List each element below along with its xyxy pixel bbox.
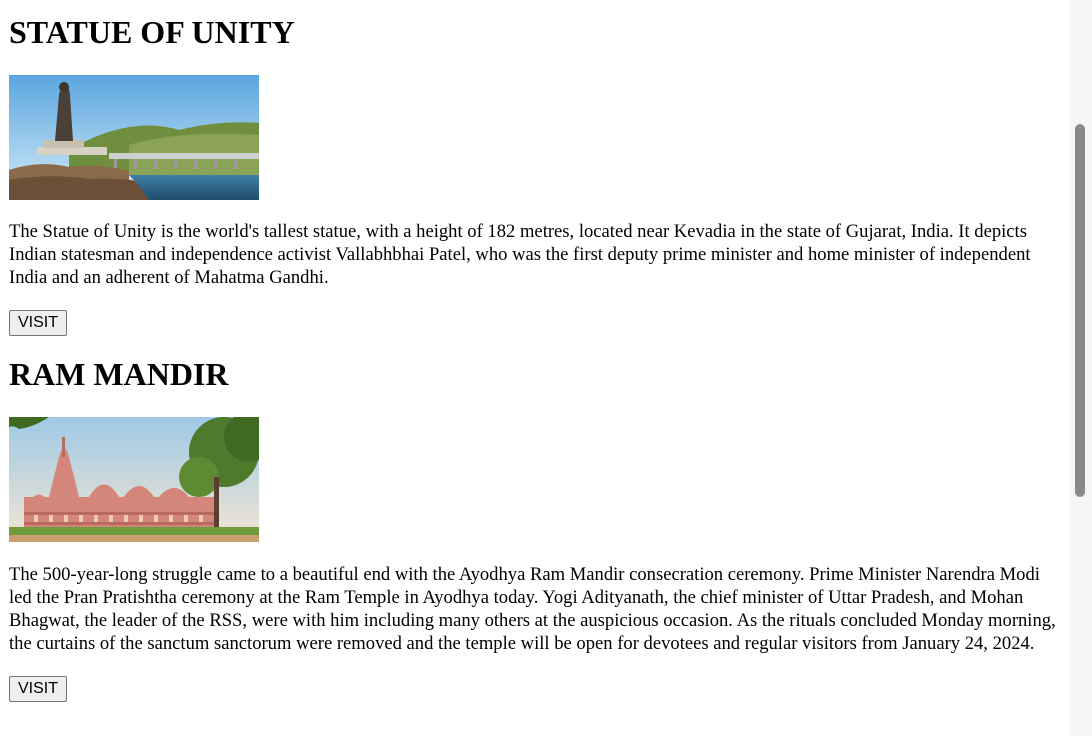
ram-mandir-image [9, 417, 259, 542]
attraction-statue-of-unity: STATUE OF UNITY The Statue of Unity is t… [9, 14, 1059, 336]
content: STATUE OF UNITY The Statue of Unity is t… [9, 0, 1059, 702]
statue-of-unity-image [9, 75, 259, 200]
vertical-scrollbar[interactable] [1070, 0, 1092, 736]
visit-button-ram-mandir[interactable]: VISIT [9, 676, 68, 702]
scrollbar-thumb[interactable] [1075, 124, 1085, 497]
visit-button-statue-of-unity[interactable]: VISIT [9, 310, 68, 336]
attraction-title: STATUE OF UNITY [9, 14, 295, 50]
attraction-description: The Statue of Unity is the world's talle… [9, 221, 1031, 288]
page: STATUE OF UNITY The Statue of Unity is t… [0, 0, 1070, 736]
attraction-ram-mandir: RAM MANDIR The 500-year-long struggle ca… [9, 336, 1059, 702]
attraction-description: The 500-year-long struggle came to a bea… [9, 564, 1056, 654]
attraction-title: RAM MANDIR [9, 356, 229, 392]
